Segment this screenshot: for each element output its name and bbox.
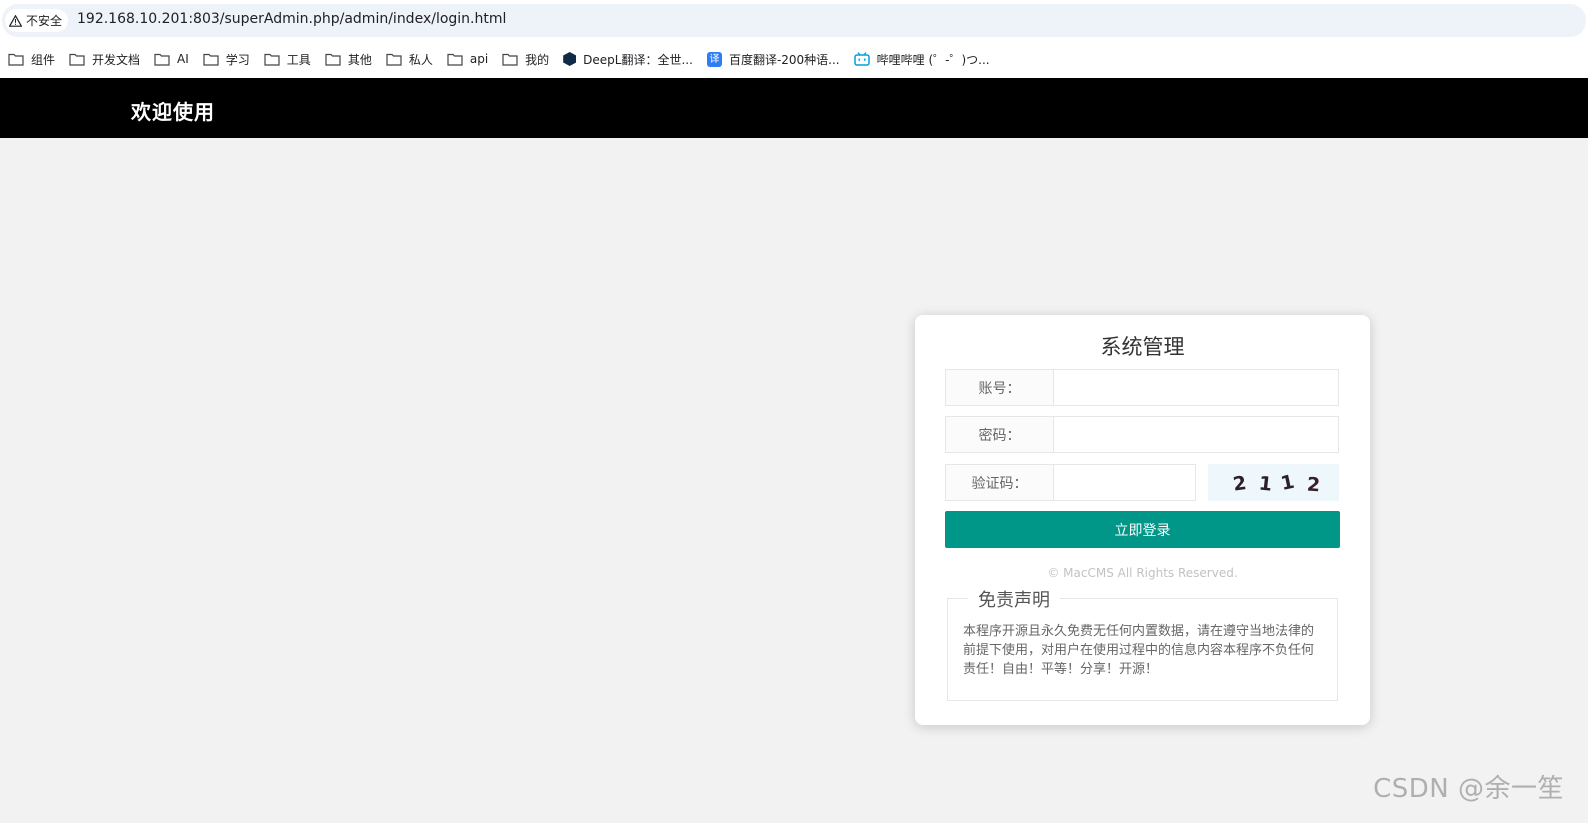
folder-icon: [447, 53, 463, 66]
warning-icon: [9, 14, 22, 27]
bookmark-deepl[interactable]: DeepL翻译：全世...: [563, 46, 693, 72]
captcha-row: 验证码：: [945, 464, 1196, 501]
folder-icon: [8, 53, 24, 66]
folder-icon: [264, 53, 280, 66]
bookmark-api[interactable]: api: [447, 46, 488, 72]
folder-icon: [154, 53, 170, 66]
security-indicator[interactable]: 不安全: [5, 9, 69, 32]
bookmark-ai[interactable]: AI: [154, 46, 189, 72]
password-input[interactable]: [1053, 416, 1339, 453]
folder-icon: [69, 53, 85, 66]
bookmark-label: 组件: [31, 52, 56, 67]
bookmark-label: 学习: [225, 52, 250, 67]
bookmark-dev-docs[interactable]: 开发文档: [69, 46, 140, 72]
captcha-char: 1: [1278, 470, 1296, 494]
folder-icon: [203, 53, 219, 66]
account-label: 账号：: [945, 369, 1053, 406]
captcha-char: 2: [1306, 473, 1321, 496]
bookmark-label: 开发文档: [92, 52, 141, 67]
url-text[interactable]: 192.168.10.201:803/superAdmin.php/admin/…: [77, 11, 506, 27]
baidu-translate-icon: 译: [706, 51, 722, 67]
security-label: 不安全: [26, 14, 63, 28]
bookmark-label: AI: [177, 52, 189, 66]
bookmark-label: 其他: [347, 52, 372, 67]
bilibili-icon: [853, 52, 870, 66]
bookmark-label: api: [469, 52, 489, 66]
login-button[interactable]: 立即登录: [945, 511, 1340, 548]
bookmark-label: 哔哩哔哩 (゜-゜)つ...: [876, 52, 990, 67]
folder-icon: [325, 53, 341, 66]
site-title: 欢迎使用: [131, 100, 215, 124]
bookmark-label: 私人: [408, 52, 433, 67]
captcha-char: 2: [1231, 472, 1247, 496]
password-row: 密码：: [945, 416, 1339, 453]
account-input[interactable]: [1053, 369, 1339, 406]
bookmark-label: 我的: [525, 52, 550, 67]
bookmark-tools[interactable]: 工具: [264, 46, 311, 72]
bookmark-label: DeepL翻译：全世...: [583, 52, 693, 67]
login-title: 系统管理: [1100, 335, 1185, 359]
deepl-icon: [563, 52, 577, 66]
folder-icon: [386, 53, 402, 66]
bookmark-baidu-translate[interactable]: 译 百度翻译-200种语...: [706, 46, 840, 72]
disclaimer-box: 免责声明 本程序开源且永久免费无任何内置数据，请在遵守当地法律的前提下使用，对用…: [947, 586, 1338, 701]
bookmark-mine[interactable]: 我的: [502, 46, 549, 72]
bookmark-label: 工具: [286, 52, 311, 67]
site-header: 欢迎使用: [0, 78, 1588, 138]
folder-icon: [502, 53, 518, 66]
disclaimer-title: 免责声明: [968, 586, 1060, 612]
bookmark-other[interactable]: 其他: [325, 46, 372, 72]
account-row: 账号：: [945, 369, 1339, 406]
bookmark-study[interactable]: 学习: [203, 46, 250, 72]
bookmark-private[interactable]: 私人: [386, 46, 433, 72]
csdn-watermark: CSDN @余一笙: [1373, 774, 1564, 804]
captcha-char: 1: [1257, 472, 1272, 495]
captcha-label: 验证码：: [945, 464, 1053, 501]
bookmark-label: 百度翻译-200种语...: [728, 52, 840, 67]
bookmarks-bar: 组件 开发文档 AI 学习 工具 其他 私人 api 我的 DeepL翻译：全世…: [0, 40, 1588, 78]
password-label: 密码：: [945, 416, 1053, 453]
bookmark-bilibili[interactable]: 哔哩哔哩 (゜-゜)つ...: [853, 46, 990, 72]
login-card: 系统管理 账号： 密码： 验证码： 2 1 1 2 立即登录 © MacCMS …: [915, 315, 1370, 725]
bookmark-zujian[interactable]: 组件: [8, 46, 55, 72]
captcha-glyphs: 2 1 1 2: [1231, 470, 1321, 496]
browser-address-row: 不安全 192.168.10.201:803/superAdmin.php/ad…: [0, 0, 1588, 40]
disclaimer-text: 本程序开源且永久免费无任何内置数据，请在遵守当地法律的前提下使用，对用户在使用过…: [963, 624, 1315, 677]
captcha-image[interactable]: 2 1 1 2: [1208, 464, 1339, 501]
captcha-input[interactable]: [1053, 464, 1196, 501]
copyright-text: © MacCMS All Rights Reserved.: [1047, 566, 1238, 580]
